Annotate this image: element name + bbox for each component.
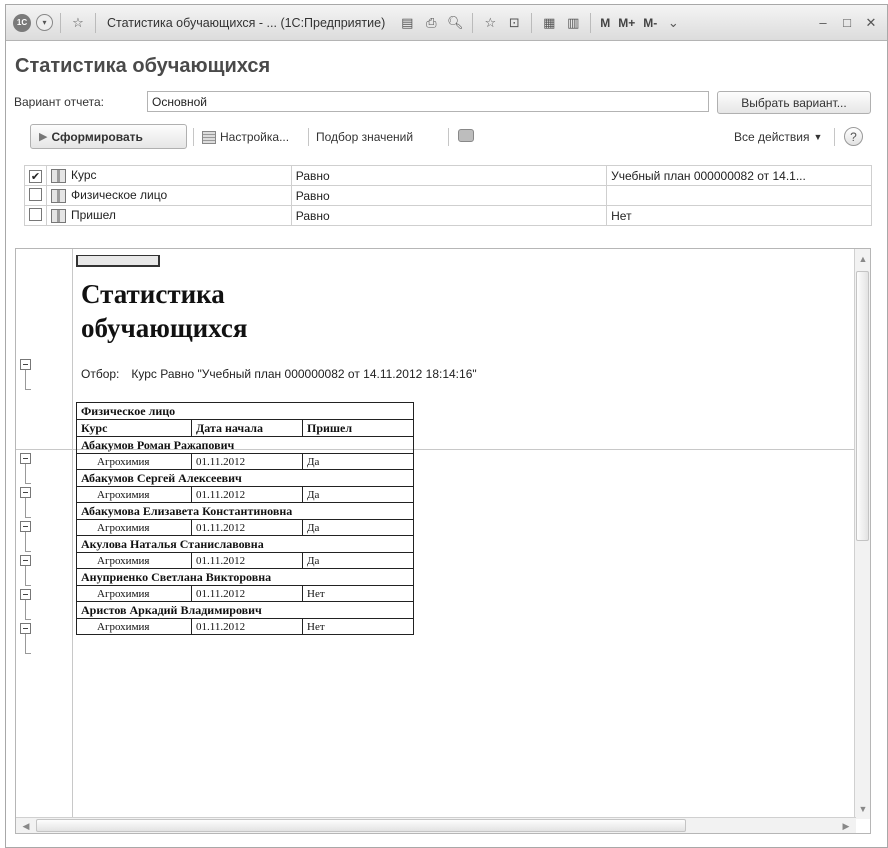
table-row[interactable]: Агрохимия 01.11.2012 Да [76,486,414,503]
minimize-icon[interactable]: – [813,13,833,33]
help-icon[interactable]: ? [844,127,863,146]
table-row[interactable]: Абакумов Сергей Алексеевич [76,469,414,487]
table-row[interactable]: Агрохимия 01.11.2012 Да [76,453,414,470]
filter-value[interactable]: Нет [606,205,872,226]
collapse-toggle-icon[interactable] [20,453,32,484]
print-report-button[interactable] [458,129,474,142]
favorite-star-icon[interactable]: ☆ [68,13,88,33]
variant-row: Вариант отчета: Основной Выбрать вариант… [6,89,887,115]
field-icon [51,168,66,183]
vertical-scrollbar[interactable]: ▲ ▼ [854,249,870,819]
variant-label: Вариант отчета: [14,95,104,109]
window-title: Статистика обучающихся - ... (1С:Предпри… [107,15,386,30]
filter-row[interactable]: Пришел Равно Нет [24,205,872,226]
generate-label: Сформировать [51,129,143,144]
title-bar: 1С ▾ ☆ Статистика обучающихся - ... (1С:… [6,5,887,41]
close-icon[interactable]: ✕ [861,13,881,33]
group-gutter [16,249,73,819]
collapse-toggle-icon[interactable] [20,589,32,620]
memory-plus-button[interactable]: M+ [618,16,635,30]
table-row[interactable]: Абакумов Роман Ражапович [76,436,414,454]
chevron-down-icon: ▼ [813,132,823,142]
collapse-toggle-icon[interactable] [20,623,32,654]
report-filter: Отбор: Курс Равно "Учебный план 000000082… [81,367,477,381]
filter-value[interactable]: Учебный план 000000082 от 14.1... [606,165,872,186]
table-row[interactable]: Аристов Аркадий Владимирович [76,601,414,619]
table-row[interactable]: Ануприенко Светлана Викторовна [76,568,414,586]
filter-row[interactable]: Физическое лицо Равно [24,185,872,206]
filter-condition[interactable]: Равно [290,165,608,186]
report-document[interactable]: Статистика обучающихся Отбор: Курс Равно … [15,248,871,834]
collapse-toggle-icon[interactable] [20,555,32,586]
scroll-down-icon[interactable]: ▼ [855,801,870,817]
table-row[interactable]: Агрохимия 01.11.2012 Нет [76,585,414,602]
report-content: Статистика обучающихся Отбор: Курс Равно … [74,249,856,819]
printer-icon [458,129,474,142]
all-actions-menu[interactable]: Все действия ▼ [734,130,822,144]
print-icon[interactable]: ⎙ [421,13,441,33]
filter-field: Пришел [71,208,116,223]
table-row[interactable]: Акулова Наталья Станиславовна [76,535,414,553]
scroll-right-icon[interactable]: ▶ [838,818,854,833]
command-bar: ▶ Сформировать Настройка... Подбор значе… [6,123,887,151]
filter-checkbox[interactable] [29,187,42,201]
filter-field: Курс [71,168,97,183]
table-row[interactable]: Агрохимия 01.11.2012 Да [76,552,414,569]
settings-icon [202,130,216,144]
filter-row[interactable]: ✔ Курс Равно Учебный план 000000082 от 1… [24,165,872,186]
collapse-toggle-icon[interactable] [20,521,32,552]
header-row: Курс Дата начала Пришел [76,419,414,437]
save-icon[interactable]: ▤ [397,13,417,33]
filter-condition[interactable]: Равно [290,205,608,226]
field-icon [51,208,66,223]
add-favorite-icon[interactable]: ☆ [480,13,500,33]
table-row[interactable]: Агрохимия 01.11.2012 Да [76,519,414,536]
filter-condition[interactable]: Равно [290,185,608,206]
memory-minus-button[interactable]: M- [643,16,657,30]
favorites-icon[interactable]: ⊡ [504,13,524,33]
variant-field[interactable]: Основной [147,91,709,112]
report-tab [76,255,160,267]
collapse-toggle-icon[interactable] [20,487,32,518]
play-icon: ▶ [39,131,48,143]
maximize-icon[interactable]: □ [837,13,857,33]
horizontal-scrollbar[interactable]: ◀ ▶ [16,817,856,833]
table-row[interactable]: Агрохимия 01.11.2012 Нет [76,618,414,635]
pick-values-button[interactable]: Подбор значений [316,130,413,144]
memory-m-button[interactable]: M [600,16,610,30]
field-icon [51,188,66,203]
collapse-toggle-icon[interactable] [20,359,32,390]
filter-checkbox[interactable]: ✔ [29,169,42,183]
app-logo-icon[interactable]: 1С [13,13,31,32]
report-table: Физическое лицо Курс Дата начала Пришел … [76,402,414,635]
select-variant-button[interactable]: Выбрать вариант... [717,91,871,114]
window-menu-icon[interactable]: ▾ [36,14,53,31]
scroll-up-icon[interactable]: ▲ [855,251,870,267]
header-row: Физическое лицо [76,402,414,420]
calendar-icon[interactable]: ▥ [563,13,583,33]
chevron-down-icon[interactable]: ⌄ [663,13,683,33]
filter-checkbox[interactable] [29,207,42,221]
filter-value[interactable] [606,185,872,206]
filter-table: ✔ Курс Равно Учебный план 000000082 от 1… [24,165,872,226]
preview-icon[interactable]: 🔍︎ [445,13,465,33]
vertical-scroll-thumb[interactable] [856,271,869,541]
table-row[interactable]: Абакумова Елизавета Константиновна [76,502,414,520]
page-title: Статистика обучающихся [15,55,271,77]
generate-button[interactable]: ▶ Сформировать [30,124,187,149]
settings-button[interactable]: Настройка... [202,130,289,144]
report-title: Статистика обучающихся [81,279,248,343]
calculator-icon[interactable]: ▦ [539,13,559,33]
filter-field: Физическое лицо [71,188,168,203]
scroll-left-icon[interactable]: ◀ [18,818,34,833]
horizontal-scroll-thumb[interactable] [36,819,686,832]
report-window: 1С ▾ ☆ Статистика обучающихся - ... (1С:… [5,4,888,848]
